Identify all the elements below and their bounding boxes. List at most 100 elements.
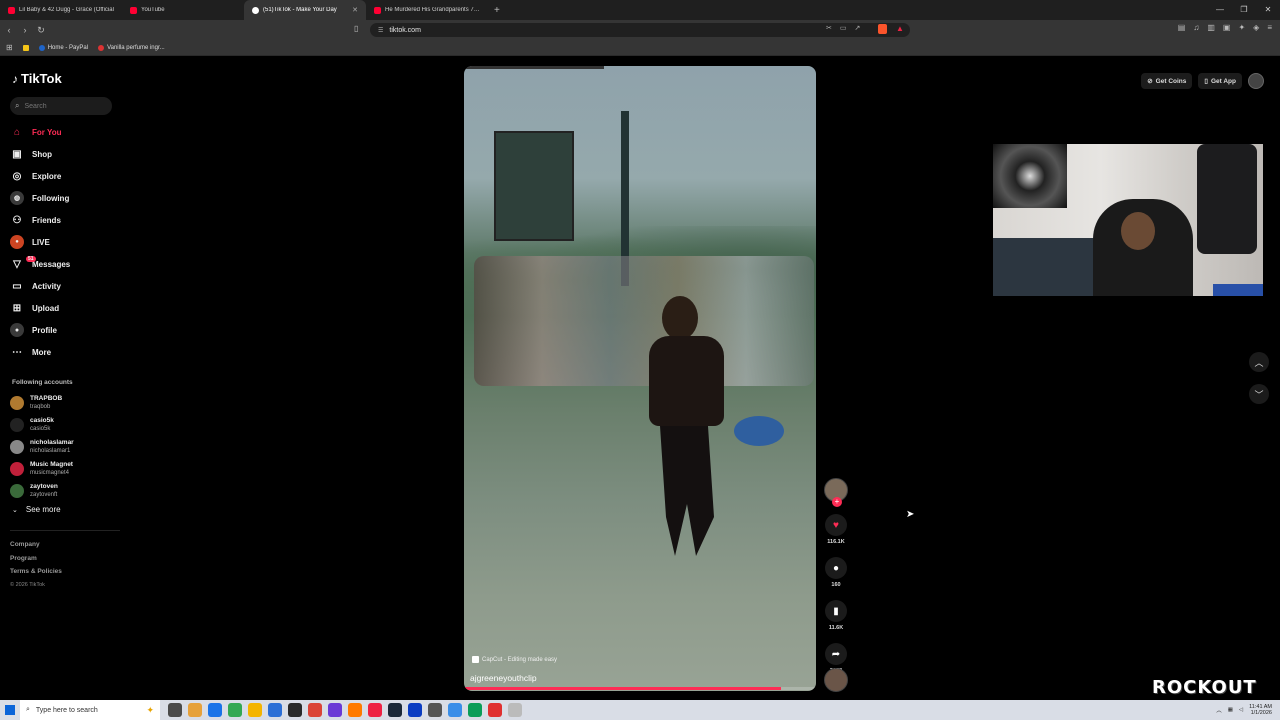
- app-gray-icon[interactable]: [428, 703, 442, 717]
- home-icon: ⌂: [13, 126, 21, 138]
- nav-item-shop[interactable]: ▣ Shop: [10, 143, 120, 165]
- video-progress-bar[interactable]: [464, 687, 816, 690]
- see-more-button[interactable]: ⌄ See more: [12, 505, 61, 514]
- nav-item-live[interactable]: ● LIVE: [10, 231, 120, 253]
- following-account[interactable]: casio5k casio5k: [10, 414, 120, 436]
- wallet-icon[interactable]: ▣: [1223, 23, 1231, 32]
- minimize-button[interactable]: —: [1208, 0, 1232, 20]
- browser-tab[interactable]: Lil Baby & 42 Dugg - Grace (Official: [0, 0, 122, 20]
- outlook-icon[interactable]: [268, 703, 282, 717]
- network-icon[interactable]: ▦: [1228, 707, 1233, 713]
- following-account[interactable]: Music Magnet musicmagnet4: [10, 458, 120, 480]
- footer-company-link[interactable]: Company: [10, 538, 62, 552]
- share-arrow-icon[interactable]: ➦: [825, 643, 847, 665]
- browser-tab[interactable]: (51)TikTok - Make Your Day ✕: [244, 0, 366, 20]
- vpn-icon[interactable]: ◈: [1253, 23, 1259, 32]
- site-info-icon[interactable]: ☰: [378, 27, 383, 34]
- footer-program-link[interactable]: Program: [10, 552, 62, 566]
- nav-item-activity[interactable]: ▭ Activity: [10, 275, 120, 297]
- terminal-icon[interactable]: [288, 703, 302, 717]
- volume-icon[interactable]: ◁: [1239, 707, 1243, 713]
- bookmark-save-icon[interactable]: ▮: [825, 600, 847, 622]
- tiktok-logo[interactable]: ♪ TikTok: [12, 71, 62, 86]
- forward-button[interactable]: ›: [18, 25, 32, 35]
- account-handle: traqbob: [30, 404, 51, 410]
- brave-shield-icon[interactable]: [878, 24, 887, 34]
- maximize-button[interactable]: ❐: [1232, 0, 1256, 20]
- folder-icon[interactable]: [248, 703, 262, 717]
- music-icon[interactable]: ♫: [1193, 23, 1199, 32]
- close-tab-icon[interactable]: ✕: [352, 6, 358, 14]
- video-player[interactable]: CapCut - Editing made easy ajgreeneyouth…: [464, 66, 816, 691]
- footer-terms-link[interactable]: Terms & Policies: [10, 565, 62, 579]
- bookmark-paypal[interactable]: Home - PayPal: [38, 44, 88, 51]
- next-video-button[interactable]: ﹀: [1249, 384, 1269, 404]
- nav-item-upload[interactable]: ⊞ Upload: [10, 297, 120, 319]
- search-box[interactable]: ⌕: [10, 97, 112, 115]
- browser-tab[interactable]: He Murdered His Grandparents 7 Da: [366, 0, 488, 20]
- app-red-icon[interactable]: [308, 703, 322, 717]
- sound-disc-avatar[interactable]: [824, 668, 848, 692]
- following-account[interactable]: nicholaslamar nicholaslamar1: [10, 436, 120, 458]
- taskbar-search[interactable]: ⌕ Type here to search ✦: [20, 700, 160, 720]
- comment-action[interactable]: ● 160: [824, 557, 848, 588]
- app-red2-icon[interactable]: [488, 703, 502, 717]
- app-orange-icon[interactable]: [348, 703, 362, 717]
- reload-button[interactable]: ↻: [34, 25, 48, 36]
- browser-tab[interactable]: YouTube: [122, 0, 244, 20]
- heart-icon[interactable]: ♥: [825, 514, 847, 536]
- edge-icon[interactable]: [208, 703, 222, 717]
- nav-item-explore[interactable]: ◎ Explore: [10, 165, 120, 187]
- save-action[interactable]: ▮ 11.6K: [824, 600, 848, 631]
- following-account[interactable]: zaytoven zaytovenft: [10, 480, 120, 502]
- following-account[interactable]: TRAPBOB traqbob: [10, 392, 120, 414]
- nav-item-for-you[interactable]: ⌂ For You: [10, 121, 120, 143]
- new-tab-button[interactable]: +: [488, 5, 506, 16]
- app-light-icon[interactable]: [508, 703, 522, 717]
- brave-rewards-icon[interactable]: ▲: [896, 24, 904, 33]
- video-username[interactable]: ajgreeneyouthclip: [470, 673, 537, 683]
- clock[interactable]: 11:41 AM 1/1/2026: [1249, 704, 1272, 716]
- start-button[interactable]: [0, 700, 20, 720]
- search-input[interactable]: [24, 102, 105, 110]
- nav-item-following[interactable]: ◍ Following: [10, 187, 120, 209]
- search-icon: ⌕: [15, 101, 20, 110]
- apps-icon[interactable]: ⊞: [6, 43, 13, 52]
- get-coins-button[interactable]: ⊘ Get Coins: [1141, 73, 1193, 89]
- menu-icon[interactable]: ≡: [1267, 23, 1272, 32]
- sidebar-icon[interactable]: ▤: [1178, 23, 1186, 32]
- comment-icon[interactable]: ●: [825, 557, 847, 579]
- capcut-tag[interactable]: CapCut - Editing made easy: [472, 656, 557, 663]
- bookmark-icon[interactable]: ▯: [354, 24, 358, 33]
- nav-item-messages[interactable]: ▽ Messages 51: [10, 253, 120, 275]
- follow-plus-icon[interactable]: +: [832, 497, 842, 507]
- steam-icon[interactable]: [388, 703, 402, 717]
- chrome-icon[interactable]: [228, 703, 242, 717]
- task-view-icon[interactable]: [168, 703, 182, 717]
- bookmark-vanilla[interactable]: Vanilla perfume ingr...: [98, 44, 165, 51]
- like-action[interactable]: ♥ 116.1K: [824, 514, 848, 545]
- share-icon[interactable]: ↗: [855, 24, 861, 32]
- tray-chevron-icon[interactable]: ︿: [1216, 706, 1222, 714]
- close-window-button[interactable]: ✕: [1256, 0, 1280, 20]
- save-count: 11.6K: [828, 625, 844, 631]
- app-blue-icon[interactable]: [408, 703, 422, 717]
- file-explorer-icon[interactable]: [188, 703, 202, 717]
- app-lightblue-icon[interactable]: [448, 703, 462, 717]
- user-avatar[interactable]: [1248, 73, 1264, 89]
- nav-item-friends[interactable]: ⚇ Friends: [10, 209, 120, 231]
- nav-item-profile[interactable]: ● Profile: [10, 319, 120, 341]
- brave-taskbar-icon[interactable]: [368, 703, 382, 717]
- extensions-icon[interactable]: ✦: [1238, 23, 1245, 32]
- nav-item-more[interactable]: ⋯ More: [10, 341, 120, 363]
- previous-video-button[interactable]: ︿: [1249, 352, 1269, 372]
- back-button[interactable]: ‹: [2, 25, 16, 35]
- mute-icon[interactable]: ✂: [826, 24, 832, 32]
- panel-icon[interactable]: ▥: [1207, 23, 1215, 32]
- app-green-icon[interactable]: [468, 703, 482, 717]
- bookmark-folder[interactable]: [22, 44, 29, 51]
- get-app-button[interactable]: ▯ Get App: [1198, 73, 1242, 89]
- app-purple-icon[interactable]: [328, 703, 342, 717]
- cast-icon[interactable]: ▭: [840, 24, 847, 32]
- creator-avatar[interactable]: +: [824, 478, 848, 507]
